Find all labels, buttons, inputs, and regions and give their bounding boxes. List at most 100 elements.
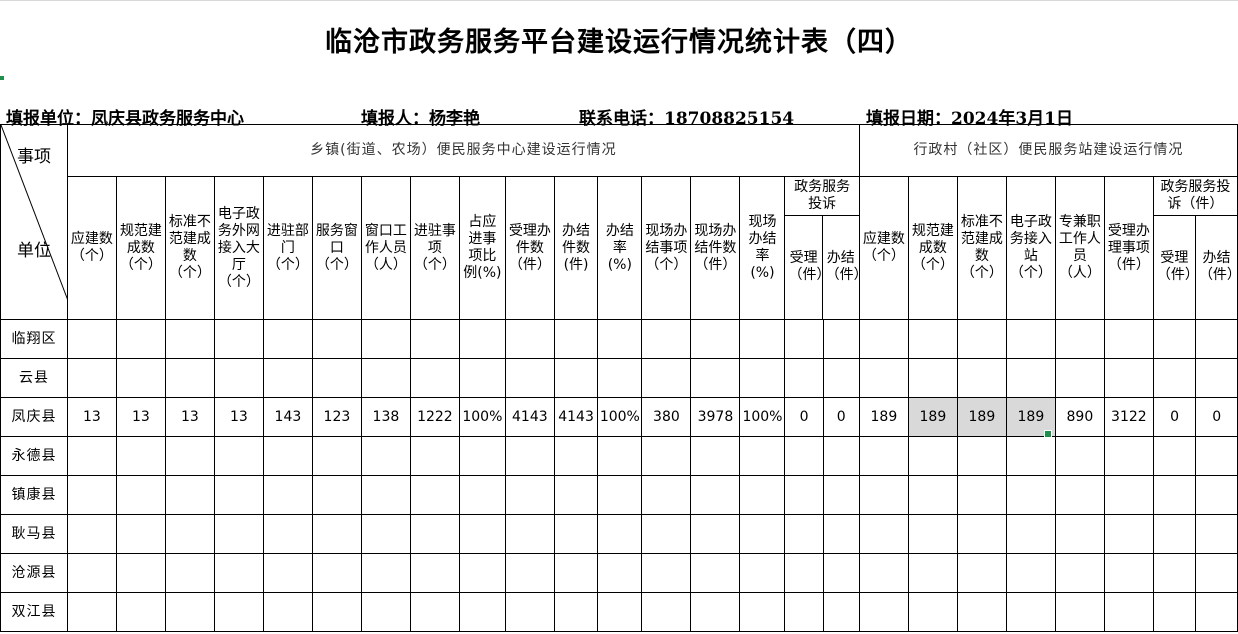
cell[interactable] <box>858 553 909 593</box>
col-header-v4[interactable]: 电子政务接入站（个） <box>1005 176 1056 320</box>
cell[interactable] <box>66 475 117 515</box>
cell[interactable] <box>690 592 741 632</box>
cell[interactable] <box>213 475 264 515</box>
cell[interactable] <box>213 358 264 398</box>
cell[interactable] <box>597 358 643 398</box>
col-header-c7[interactable]: 窗口工作人员（人） <box>360 176 411 320</box>
cell[interactable] <box>858 592 909 632</box>
cell[interactable] <box>504 553 555 593</box>
col-header-complaint-group[interactable]: 政务服务投诉 <box>785 177 859 216</box>
cell[interactable] <box>907 592 958 632</box>
col-header-c14[interactable]: 现场办结件数（件） <box>690 176 741 320</box>
cell[interactable] <box>1054 358 1105 398</box>
col-header-v3[interactable]: 标准不范建成数（个） <box>956 176 1007 320</box>
cell-v1-selected[interactable]: 189 <box>858 397 909 437</box>
cell[interactable] <box>597 592 643 632</box>
cell[interactable] <box>822 553 860 593</box>
cell-v8[interactable]: 0 <box>1195 397 1238 437</box>
cell[interactable] <box>360 475 411 515</box>
cell[interactable] <box>553 319 599 359</box>
col-header-v8[interactable]: 办结（件） <box>1195 215 1237 319</box>
cell[interactable] <box>1195 358 1238 398</box>
col-header-c8[interactable]: 进驻事项（个） <box>409 176 460 320</box>
cell[interactable] <box>66 436 117 476</box>
col-header-c11[interactable]: 办结件数(件) <box>553 176 599 320</box>
cell-v7[interactable]: 0 <box>1152 397 1197 437</box>
cell[interactable] <box>553 436 599 476</box>
cell[interactable] <box>690 475 741 515</box>
cell[interactable] <box>1005 436 1056 476</box>
cell[interactable] <box>409 592 460 632</box>
cell[interactable] <box>504 319 555 359</box>
cell[interactable] <box>360 436 411 476</box>
cell[interactable] <box>409 358 460 398</box>
cell[interactable] <box>164 475 215 515</box>
cell[interactable] <box>956 514 1007 554</box>
cell[interactable] <box>213 514 264 554</box>
col-header-c5[interactable]: 进驻部门（个） <box>262 176 313 320</box>
cell[interactable] <box>1152 319 1197 359</box>
cell[interactable] <box>739 358 786 398</box>
col-header-c4[interactable]: 电子政务外网接入大厅（个） <box>213 176 264 320</box>
cell[interactable] <box>822 475 860 515</box>
cell[interactable] <box>1054 475 1105 515</box>
cell[interactable] <box>784 436 824 476</box>
cell[interactable] <box>262 319 313 359</box>
row-label-yunxian[interactable]: 云县 <box>0 358 68 398</box>
cell[interactable] <box>822 592 860 632</box>
section-header-township[interactable]: 乡镇(街道、农场）便民服务中心建设运行情况 <box>66 124 860 177</box>
cell[interactable] <box>66 553 117 593</box>
cell[interactable] <box>641 436 692 476</box>
cell[interactable] <box>1054 319 1105 359</box>
cell[interactable] <box>409 475 460 515</box>
cell[interactable] <box>690 514 741 554</box>
cell[interactable] <box>458 514 506 554</box>
cell[interactable] <box>1005 592 1056 632</box>
cell[interactable] <box>458 592 506 632</box>
cell[interactable] <box>360 592 411 632</box>
cell[interactable] <box>311 553 362 593</box>
cell[interactable] <box>360 514 411 554</box>
cell[interactable] <box>164 553 215 593</box>
cell[interactable] <box>858 358 909 398</box>
cell[interactable] <box>1005 319 1056 359</box>
cell[interactable] <box>1054 514 1105 554</box>
cell[interactable] <box>956 553 1007 593</box>
cell[interactable] <box>115 319 166 359</box>
cell[interactable] <box>504 358 555 398</box>
cell[interactable] <box>739 436 786 476</box>
cell[interactable] <box>311 436 362 476</box>
cell[interactable] <box>858 514 909 554</box>
cell[interactable] <box>311 475 362 515</box>
cell[interactable] <box>458 436 506 476</box>
cell[interactable] <box>1054 553 1105 593</box>
cell[interactable] <box>1103 553 1154 593</box>
cell[interactable] <box>1005 358 1056 398</box>
col-header-v6[interactable]: 受理办理事项（件） <box>1103 176 1154 320</box>
cell[interactable] <box>553 553 599 593</box>
selection-fill-handle[interactable] <box>1044 430 1052 438</box>
cell[interactable] <box>213 553 264 593</box>
cell[interactable] <box>504 514 555 554</box>
cell[interactable] <box>597 475 643 515</box>
cell[interactable] <box>164 592 215 632</box>
cell-v5[interactable]: 890 <box>1054 397 1105 437</box>
cell[interactable] <box>115 358 166 398</box>
cell[interactable] <box>553 592 599 632</box>
cell[interactable] <box>1103 475 1154 515</box>
cell[interactable] <box>907 319 958 359</box>
cell[interactable] <box>311 319 362 359</box>
cell[interactable] <box>115 436 166 476</box>
cell[interactable] <box>458 319 506 359</box>
cell[interactable] <box>956 592 1007 632</box>
cell[interactable] <box>641 514 692 554</box>
cell[interactable] <box>784 514 824 554</box>
cell-c5[interactable]: 143 <box>262 397 313 437</box>
cell-c10[interactable]: 4143 <box>504 397 555 437</box>
row-label-fengqing[interactable]: 凤庆县 <box>0 397 68 437</box>
cell-v3-selected[interactable]: 189 <box>956 397 1007 437</box>
cell[interactable] <box>597 553 643 593</box>
cell[interactable] <box>409 319 460 359</box>
col-header-c17[interactable]: 办结（件） <box>822 215 859 319</box>
cell[interactable] <box>641 319 692 359</box>
